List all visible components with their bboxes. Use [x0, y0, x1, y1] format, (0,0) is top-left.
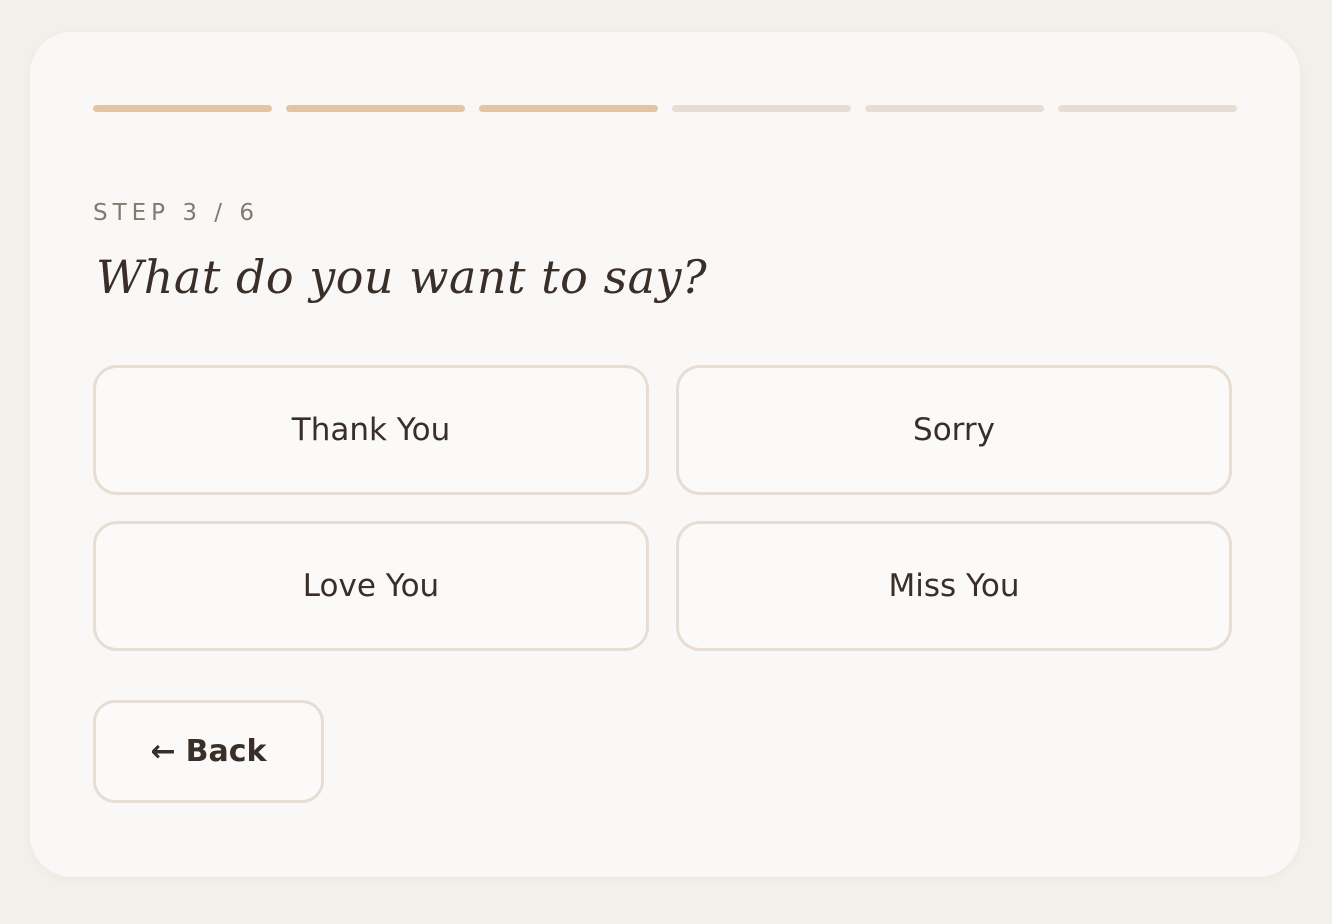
back-button-label: Back [185, 734, 267, 769]
progress-segment-3 [479, 105, 658, 112]
progress-segment-4 [672, 105, 851, 112]
progress-segment-5 [865, 105, 1044, 112]
step-indicator: STEP 3 / 6 [93, 200, 259, 226]
progress-segment-1 [93, 105, 272, 112]
progress-segment-2 [286, 105, 465, 112]
back-button[interactable]: ← Back [93, 700, 324, 803]
progress-segment-6 [1058, 105, 1237, 112]
option-thank-you-button[interactable]: Thank You [93, 365, 649, 495]
option-love-you-button[interactable]: Love You [93, 521, 649, 651]
arrow-left-icon: ← [150, 734, 176, 769]
question-title: What do you want to say? [96, 250, 708, 304]
progress-bar [93, 105, 1237, 112]
wizard-card: STEP 3 / 6 What do you want to say? Than… [30, 32, 1300, 877]
option-sorry-button[interactable]: Sorry [676, 365, 1232, 495]
option-miss-you-button[interactable]: Miss You [676, 521, 1232, 651]
